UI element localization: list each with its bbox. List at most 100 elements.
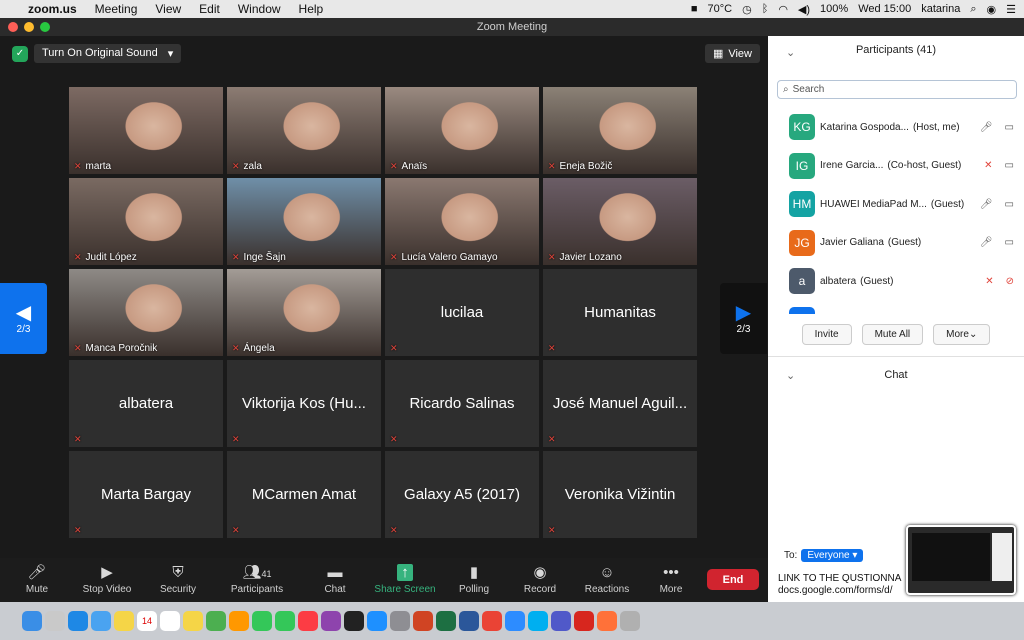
- wifi-icon[interactable]: ◠: [778, 3, 788, 16]
- video-camera-icon[interactable]: ▭: [1005, 237, 1014, 248]
- video-tile[interactable]: ✕ Judit López: [69, 178, 223, 265]
- participant-row[interactable]: AAnaïs(Guest)✕⊘: [768, 301, 1024, 314]
- video-tile[interactable]: ✕ marta: [69, 87, 223, 174]
- encryption-shield-icon[interactable]: ✓: [12, 45, 28, 62]
- video-tile[interactable]: albatera ✕: [69, 360, 223, 447]
- video-tile[interactable]: ✕ Ángela: [227, 269, 381, 356]
- view-button[interactable]: ▦ View: [704, 44, 760, 63]
- skype-icon[interactable]: [528, 611, 548, 631]
- mute-button[interactable]: 🎤︎ Mute: [4, 562, 70, 595]
- firefox-icon[interactable]: [597, 611, 617, 631]
- stickies-icon[interactable]: [183, 611, 203, 631]
- menu-edit[interactable]: Edit: [199, 2, 220, 16]
- mail-icon[interactable]: [91, 611, 111, 631]
- notes-icon[interactable]: [114, 611, 134, 631]
- time-machine-icon[interactable]: ◷: [742, 3, 752, 16]
- video-tile[interactable]: Galaxy A5 (2017) ✕: [385, 451, 539, 538]
- mute-all-button[interactable]: Mute All: [861, 324, 924, 345]
- zoom-icon[interactable]: [505, 611, 525, 631]
- finder-icon[interactable]: [22, 611, 42, 631]
- microphone-icon[interactable]: 🎤︎: [980, 199, 993, 210]
- maps-icon[interactable]: [206, 611, 226, 631]
- clock[interactable]: Wed 15:00: [858, 3, 911, 15]
- participant-row[interactable]: HM HUAWEI MediaPad M... (Guest) 🎤︎ ▭: [768, 185, 1024, 224]
- participant-row[interactable]: JG Javier Galiana (Guest) 🎤︎ ▭: [768, 224, 1024, 263]
- acrobat-icon[interactable]: [574, 611, 594, 631]
- teams-icon[interactable]: [551, 611, 571, 631]
- minimize-window-button[interactable]: [24, 22, 34, 32]
- participant-row[interactable]: a albatera (Guest) ✕ ⊘: [768, 262, 1024, 301]
- muted-microphone-icon[interactable]: ✕: [984, 160, 992, 171]
- powerpoint-icon[interactable]: [413, 611, 433, 631]
- reminders-icon[interactable]: [160, 611, 180, 631]
- video-tile[interactable]: Humanitas ✕: [543, 269, 697, 356]
- menu-app-name[interactable]: zoom.us: [28, 2, 77, 16]
- video-camera-icon[interactable]: ▭: [1005, 199, 1014, 210]
- recipient-select[interactable]: Everyone ▾: [801, 549, 864, 562]
- microphone-icon[interactable]: 🎤︎: [980, 122, 993, 133]
- calendar-icon[interactable]: 14: [137, 611, 157, 631]
- video-tile[interactable]: ✕ Manca Poročnik: [69, 269, 223, 356]
- video-tile[interactable]: lucilaa ✕: [385, 269, 539, 356]
- security-button[interactable]: ⛨ Security: [145, 562, 211, 595]
- launchpad-icon[interactable]: [45, 611, 65, 631]
- video-tile[interactable]: Ricardo Salinas ✕: [385, 360, 539, 447]
- video-tile[interactable]: MCarmen Amat ✕: [227, 451, 381, 538]
- music-icon[interactable]: [298, 611, 318, 631]
- video-tile[interactable]: ✕ Anaïs: [385, 87, 539, 174]
- photos-icon[interactable]: [229, 611, 249, 631]
- record-button[interactable]: ◉ Record: [507, 562, 573, 595]
- spotlight-icon[interactable]: ⌕: [970, 3, 976, 16]
- video-camera-icon[interactable]: ▭: [1005, 160, 1014, 171]
- close-window-button[interactable]: [8, 22, 18, 32]
- safari-icon[interactable]: [68, 611, 88, 631]
- video-tile[interactable]: ✕ Lucía Valero Gamayo: [385, 178, 539, 265]
- share-screen-button[interactable]: ↑ Share Screen: [372, 562, 438, 595]
- chat-message-input[interactable]: LINK TO THE QUSTIONNA docs.google.com/fo…: [778, 573, 901, 597]
- chrome-icon[interactable]: [482, 611, 502, 631]
- previous-page-button[interactable]: ◀ 2/3: [0, 283, 47, 354]
- original-sound-button[interactable]: Turn On Original Sound ▾: [34, 44, 182, 63]
- podcasts-icon[interactable]: [321, 611, 341, 631]
- menu-meeting[interactable]: Meeting: [95, 2, 138, 16]
- video-off-icon[interactable]: ⊘: [1006, 276, 1014, 287]
- volume-icon[interactable]: ◀): [798, 3, 810, 16]
- microphone-icon[interactable]: 🎤︎: [980, 237, 993, 248]
- tv-icon[interactable]: [344, 611, 364, 631]
- more-button[interactable]: ••• More: [638, 562, 704, 595]
- video-tile[interactable]: ✕ zala: [227, 87, 381, 174]
- video-tile[interactable]: ✕ Inge Šajn: [227, 178, 381, 265]
- screenshot-thumbnail[interactable]: [906, 525, 1016, 595]
- video-tile[interactable]: ✕ Eneja Božič: [543, 87, 697, 174]
- temperature-readout[interactable]: 70°C: [708, 3, 733, 15]
- stop-video-button[interactable]: ▶︎ Stop Video: [74, 562, 140, 595]
- zoom-window-button[interactable]: [40, 22, 50, 32]
- bluetooth-icon[interactable]: ᛒ: [762, 3, 769, 15]
- preferences-icon[interactable]: [390, 611, 410, 631]
- video-camera-icon[interactable]: ▭: [1005, 122, 1014, 133]
- facetime-icon[interactable]: [275, 611, 295, 631]
- participant-row[interactable]: KG Katarina Gospoda... (Host, me) 🎤︎ ▭: [768, 108, 1024, 147]
- menu-help[interactable]: Help: [299, 2, 324, 16]
- trash-icon[interactable]: [620, 611, 640, 631]
- next-page-button[interactable]: ▶ 2/3: [720, 283, 767, 354]
- video-tile[interactable]: José Manuel Aguil... ✕: [543, 360, 697, 447]
- user-name[interactable]: katarina: [921, 3, 960, 15]
- screen-record-icon[interactable]: ■: [691, 3, 698, 15]
- invite-button[interactable]: Invite: [801, 324, 852, 345]
- participants-more-button[interactable]: More⌄: [933, 324, 991, 345]
- polling-button[interactable]: ▮ Polling: [441, 562, 507, 595]
- battery-percent[interactable]: 100%: [820, 3, 848, 15]
- notification-center-icon[interactable]: ☰: [1006, 3, 1016, 16]
- menu-view[interactable]: View: [155, 2, 181, 16]
- word-icon[interactable]: [459, 611, 479, 631]
- video-tile[interactable]: ✕ Javier Lozano: [543, 178, 697, 265]
- video-tile[interactable]: Viktorija Kos (Hu... ✕: [227, 360, 381, 447]
- video-tile[interactable]: Marta Bargay ✕: [69, 451, 223, 538]
- messages-icon[interactable]: [252, 611, 272, 631]
- excel-icon[interactable]: [436, 611, 456, 631]
- video-tile[interactable]: Veronika Vižintin ✕: [543, 451, 697, 538]
- participants-button[interactable]: 👥︎41 Participants: [224, 562, 290, 595]
- appstore-icon[interactable]: [367, 611, 387, 631]
- reactions-button[interactable]: ☺ Reactions: [574, 562, 640, 595]
